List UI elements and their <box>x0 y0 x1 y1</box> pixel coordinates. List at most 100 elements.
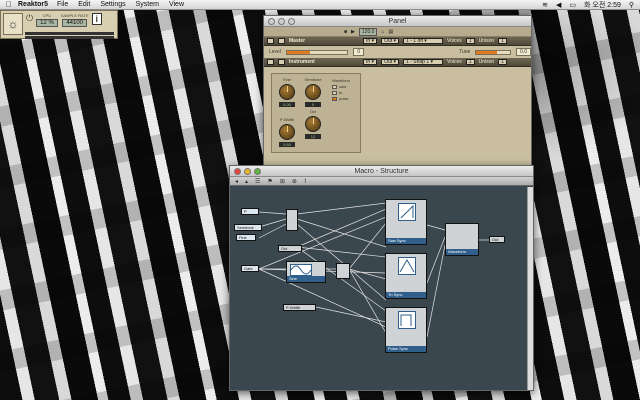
tool-wire-icon[interactable]: ⌇ <box>304 178 307 185</box>
volume-icon[interactable]: ◀ <box>556 1 561 9</box>
tune-fill <box>476 50 497 54</box>
master-voices[interactable]: 1 <box>465 38 475 44</box>
spotlight-icon[interactable]: ⚲ <box>629 1 634 9</box>
master-in[interactable]: In ▾ <box>363 38 378 44</box>
master-unison-label: Unison <box>478 38 495 44</box>
sample-rate-label: SAMPLE RATE <box>60 13 89 18</box>
structure-title: Macro - Structure <box>354 167 409 175</box>
reaktor-logo-icon[interactable]: ☼ <box>3 13 23 35</box>
tri-sync-node[interactable]: Tri Sync <box>385 253 427 299</box>
level-value[interactable]: 0 <box>353 48 365 56</box>
level-slider[interactable] <box>285 49 349 55</box>
semitone-knob[interactable] <box>305 84 321 100</box>
sample-rate-cell: SAMPLE RATE 44100 <box>61 13 89 27</box>
sine-node[interactable]: Sine <box>286 261 326 283</box>
master-toggle[interactable] <box>267 38 274 44</box>
wifi-icon[interactable]: ≋ <box>542 1 548 9</box>
menu-settings[interactable]: Settings <box>100 1 125 8</box>
tool-flag-icon[interactable]: ⚑ <box>267 178 272 185</box>
instrument-toggle[interactable] <box>267 59 274 65</box>
info-icon[interactable]: i <box>91 13 103 25</box>
sine-scope <box>290 264 312 276</box>
terminal-oct[interactable]: Oct <box>278 245 302 252</box>
fine-value[interactable]: 0.00 <box>279 102 295 107</box>
instrument-unison[interactable]: 1 <box>498 59 507 65</box>
waveform-switch-label: Waveform <box>446 249 478 255</box>
master-unison[interactable]: 1 <box>498 38 507 44</box>
master-out[interactable]: Out ▾ <box>381 38 400 44</box>
menu-file[interactable]: File <box>57 1 68 8</box>
menu-edit[interactable]: Edit <box>78 1 90 8</box>
tool-zoom-icon[interactable]: ⊕ <box>292 178 297 185</box>
panel-title: Panel <box>388 17 407 25</box>
oct-value[interactable]: 12 <box>305 134 321 139</box>
saw-sync-label: Saw Sync <box>386 238 426 244</box>
terminal-p[interactable]: P <box>241 208 259 215</box>
oct-knob[interactable] <box>305 116 321 132</box>
menu-bar:  Reaktor5 File Edit Settings System Vie… <box>0 0 640 10</box>
terminal-gate[interactable]: Gate <box>241 265 259 272</box>
waveform-option-pulse[interactable]: pulse <box>332 96 350 102</box>
instrument-unison-label: Unison <box>478 59 495 65</box>
pulse-sync-node[interactable]: Pulse Sync <box>385 307 427 353</box>
sample-rate-display[interactable]: 44100 <box>62 19 88 27</box>
instrument-preset[interactable]: 1 - Snap 1 ▾ <box>403 59 444 65</box>
master-controls: Level 0 Tune 0.0 <box>264 46 531 58</box>
terminal-pwidth[interactable]: P-Width <box>283 304 316 311</box>
pulse-sync-label: Pulse Sync <box>386 346 426 352</box>
menu-system[interactable]: System <box>136 1 159 8</box>
add-module[interactable] <box>286 209 298 231</box>
power-icon[interactable]: ⏻ <box>26 13 33 24</box>
pwidth-knob[interactable] <box>279 124 295 140</box>
structure-window: Macro - Structure ◂ ▴ ☰ ⚑ ⊞ ⊕ ⌇ P Semito… <box>229 165 534 391</box>
vertical-scrollbar[interactable] <box>527 187 533 390</box>
tool-up-icon[interactable]: ▴ <box>245 178 248 185</box>
terminal-fine[interactable]: Fine <box>236 234 256 241</box>
tri-sync-label: Tri Sync <box>386 292 426 298</box>
terminal-out[interactable]: Out <box>489 236 505 243</box>
saw-radio[interactable] <box>332 85 337 89</box>
master-preset[interactable]: 1 - 1 off ▾ <box>403 38 444 44</box>
bpm-display[interactable]: 120.0 <box>358 27 378 36</box>
instrument-edit[interactable] <box>278 59 285 65</box>
instrument-in[interactable]: In ▾ <box>363 59 378 65</box>
battery-icon[interactable]: ▭ <box>569 1 576 9</box>
tool-back-icon[interactable]: ◂ <box>235 178 238 185</box>
audio-out-meter <box>25 36 114 39</box>
multiply-node[interactable] <box>336 263 350 279</box>
master-voices-label: Voices <box>447 38 462 44</box>
stop-icon[interactable]: ■ <box>344 29 347 35</box>
structure-titlebar[interactable]: Macro - Structure <box>230 166 533 177</box>
menu-clock[interactable]: 화 오전 2:59 <box>584 0 621 10</box>
instrument-name: Instrument <box>289 59 315 65</box>
master-edit[interactable] <box>278 38 285 44</box>
structure-canvas[interactable]: P Semitone Fine Oct Gate Sine P-Width Sa… <box>231 187 526 389</box>
saw-sync-node[interactable]: Saw Sync <box>385 199 427 245</box>
panel-toolbar: ■ ▶ 120.0 ⌂ ▤ <box>264 27 531 37</box>
pulse-radio[interactable] <box>332 97 337 101</box>
sine-label: Sine <box>287 276 325 282</box>
cpu-display: 12 % <box>36 19 58 27</box>
waveform-switch-node[interactable]: Waveform <box>445 223 479 256</box>
tool-grid-icon[interactable]: ⊞ <box>280 178 285 185</box>
menu-app-name[interactable]: Reaktor5 <box>18 1 48 8</box>
tri-radio[interactable] <box>332 91 337 95</box>
instrument-voices[interactable]: 1 <box>465 59 475 65</box>
play-icon[interactable]: ▶ <box>351 29 355 35</box>
oscillator-module: Fine 0.00 Semitone 0 Waveform saw tri pu… <box>271 73 361 153</box>
tool-properties-icon[interactable]: ☰ <box>255 178 260 185</box>
apple-icon[interactable]:  <box>0 0 18 9</box>
semitone-value[interactable]: 0 <box>305 102 321 107</box>
master-name: Master <box>289 38 306 44</box>
tune-slider[interactable] <box>475 49 512 55</box>
terminal-semitone[interactable]: Semitone <box>234 224 262 231</box>
menu-view[interactable]: View <box>169 1 184 8</box>
snap-icon[interactable]: ▤ <box>388 29 393 35</box>
fine-knob[interactable] <box>279 84 295 100</box>
semitone-label: Semitone <box>304 77 322 82</box>
panel-lock-icon[interactable]: ⌂ <box>381 29 384 35</box>
pwidth-value[interactable]: 0.50 <box>279 142 295 147</box>
tune-value[interactable]: 0.0 <box>516 48 531 56</box>
panel-titlebar[interactable]: Panel <box>264 16 531 27</box>
instrument-out[interactable]: Out ▾ <box>381 59 400 65</box>
